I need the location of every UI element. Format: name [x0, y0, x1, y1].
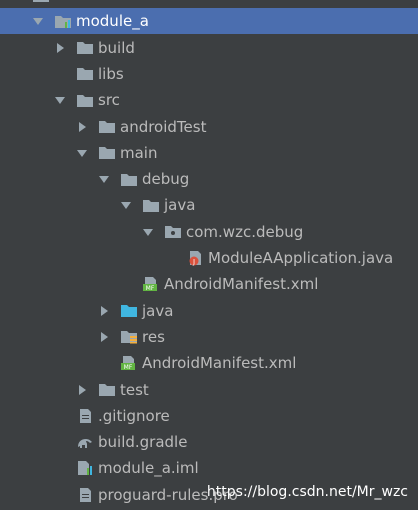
tree-item-label: res — [142, 327, 165, 346]
manifest-icon: MF — [142, 276, 160, 292]
svg-text:MF: MF — [124, 364, 133, 371]
tree-item-label: libs — [98, 64, 124, 83]
tree-item-label: java — [164, 196, 196, 215]
tree-item-label: ModuleAApplication.java — [208, 249, 394, 267]
tree-row[interactable]: main — [0, 140, 418, 166]
folder-icon — [76, 66, 94, 82]
chevron-right-icon[interactable] — [76, 121, 88, 133]
chevron-down-icon[interactable] — [142, 226, 154, 238]
folder-icon — [120, 171, 138, 187]
chevron-down-icon[interactable] — [76, 147, 88, 159]
folder-icon — [98, 119, 116, 135]
tree-row[interactable]: src — [0, 87, 418, 113]
gradle-icon — [76, 434, 94, 450]
chevron-down-icon[interactable] — [120, 199, 132, 211]
tree-item-label: debug — [142, 170, 190, 189]
tree-item-label: build — [98, 38, 135, 57]
java-class-icon: J — [186, 250, 204, 266]
tree-row[interactable]: MF AndroidManifest.xml — [0, 271, 418, 297]
tree-row[interactable]: module_a — [0, 8, 418, 35]
tree-row[interactable]: res — [0, 324, 418, 350]
tree-row[interactable]: com.wzc.debug — [0, 219, 418, 245]
tree-row[interactable]: build.gradle — [0, 429, 418, 455]
module-folder-icon — [54, 13, 72, 29]
svg-text:J: J — [192, 258, 195, 266]
folder-icon — [98, 382, 116, 398]
tree-row[interactable] — [0, 0, 418, 8]
tree-row[interactable]: java — [0, 192, 418, 218]
tree-item-label: androidTest — [120, 117, 207, 136]
tree-row[interactable]: J ModuleAApplication.java — [0, 245, 418, 271]
folder-icon — [142, 197, 160, 213]
tree-item-label: test — [120, 380, 149, 399]
chevron-down-icon[interactable] — [98, 173, 110, 185]
svg-text:MF: MF — [146, 285, 155, 292]
iml-file-icon — [76, 460, 94, 476]
folder-icon — [76, 92, 94, 108]
tree-item-label: AndroidManifest.xml — [142, 354, 297, 373]
tree-item-label: AndroidManifest.xml — [164, 275, 319, 294]
tree-row[interactable]: module_a.iml — [0, 455, 418, 481]
tree-row[interactable]: test — [0, 377, 418, 403]
text-file-icon — [76, 408, 94, 424]
resource-folder-icon — [120, 329, 138, 345]
chevron-right-icon[interactable] — [54, 42, 66, 54]
chevron-right-icon[interactable] — [76, 384, 88, 396]
tree-row[interactable]: libs — [0, 61, 418, 87]
tree-item-label: module_a — [76, 12, 149, 31]
text-file-icon — [76, 487, 94, 503]
tree-row[interactable]: build — [0, 35, 418, 61]
package-icon — [164, 224, 182, 240]
tree-item-label: .gitignore — [98, 406, 170, 425]
tree-item-label: main — [120, 143, 158, 162]
manifest-icon: MF — [120, 355, 138, 371]
tree-item-label: src — [98, 91, 120, 110]
folder-icon — [98, 145, 116, 161]
watermark: https://blog.csdn.net/Mr_wzc — [206, 484, 408, 500]
tree-item-label: module_a.iml — [98, 459, 199, 478]
chevron-down-icon[interactable] — [32, 15, 44, 27]
source-folder-icon — [120, 303, 138, 319]
tree-item-label: com.wzc.debug — [186, 222, 304, 241]
folder-icon — [32, 0, 50, 3]
tree-row[interactable]: MF AndroidManifest.xml — [0, 350, 418, 376]
tree-row[interactable]: .gitignore — [0, 403, 418, 429]
tree-row[interactable]: java — [0, 298, 418, 324]
chevron-down-icon[interactable] — [10, 0, 22, 1]
chevron-right-icon[interactable] — [98, 305, 110, 317]
tree-row[interactable]: debug — [0, 166, 418, 192]
tree-item-label: build.gradle — [98, 433, 188, 452]
tree-item-label: java — [142, 301, 174, 320]
folder-icon — [76, 40, 94, 56]
tree-row[interactable]: androidTest — [0, 114, 418, 140]
chevron-right-icon[interactable] — [98, 331, 110, 343]
chevron-down-icon[interactable] — [54, 94, 66, 106]
project-tree: module_abuild libs src androidTest main debug… — [0, 0, 418, 510]
